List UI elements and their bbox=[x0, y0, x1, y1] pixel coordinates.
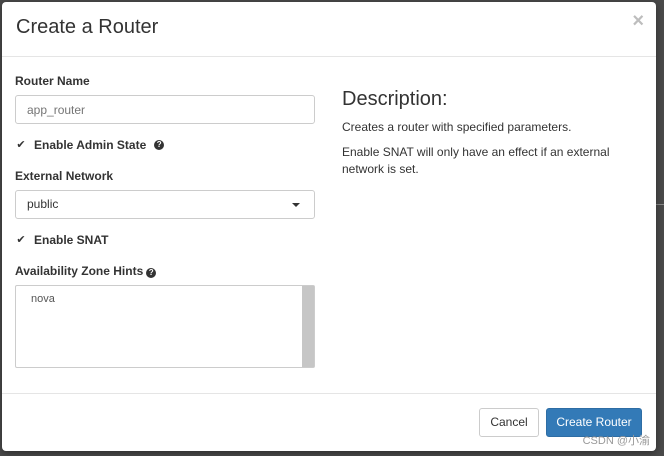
availability-zone-hints-text: Availability Zone Hints bbox=[15, 264, 144, 278]
dialog-title: Create a Router bbox=[16, 16, 159, 38]
availability-zone-listbox[interactable]: nova bbox=[15, 285, 315, 368]
enable-snat-label: Enable SNAT bbox=[34, 233, 109, 247]
dialog-footer: Cancel Create Router bbox=[2, 393, 656, 451]
question-circle-icon[interactable]: ? bbox=[146, 268, 157, 278]
enable-admin-state-row[interactable]: ✔ Enable Admin State ? bbox=[15, 137, 165, 153]
dialog-header: Create a Router × bbox=[2, 2, 656, 57]
checkbox-checked-icon[interactable]: ✔ bbox=[15, 234, 27, 246]
router-name-label: Router Name bbox=[15, 74, 90, 88]
caret-down-icon bbox=[292, 203, 300, 207]
enable-snat-row[interactable]: ✔ Enable SNAT bbox=[15, 232, 108, 248]
close-icon[interactable]: × bbox=[632, 11, 644, 31]
description-paragraph: Enable SNAT will only have an effect if … bbox=[342, 145, 610, 176]
listbox-scrollbar[interactable] bbox=[302, 286, 314, 367]
external-network-label: External Network bbox=[15, 169, 114, 183]
list-item[interactable]: nova bbox=[31, 293, 55, 305]
dialog-body: Router Name ✔ Enable Admin State ? Exter… bbox=[2, 58, 656, 393]
external-network-value: public bbox=[27, 197, 59, 211]
enable-admin-state-label: Enable Admin State bbox=[34, 138, 147, 152]
description-title: Description: bbox=[342, 88, 448, 110]
description-paragraph: Creates a router with specified paramete… bbox=[342, 120, 572, 134]
cancel-button[interactable]: Cancel bbox=[479, 408, 539, 437]
external-network-select[interactable]: public bbox=[15, 190, 315, 219]
create-router-dialog: Create a Router × Router Name ✔ Enable A… bbox=[2, 2, 656, 451]
checkbox-checked-icon[interactable]: ✔ bbox=[15, 139, 27, 151]
availability-zone-hints-label: Availability Zone Hints? bbox=[15, 264, 157, 278]
watermark-text: CSDN @小渝 bbox=[582, 435, 650, 447]
router-name-input[interactable] bbox=[15, 95, 315, 124]
question-circle-icon[interactable]: ? bbox=[154, 140, 165, 150]
